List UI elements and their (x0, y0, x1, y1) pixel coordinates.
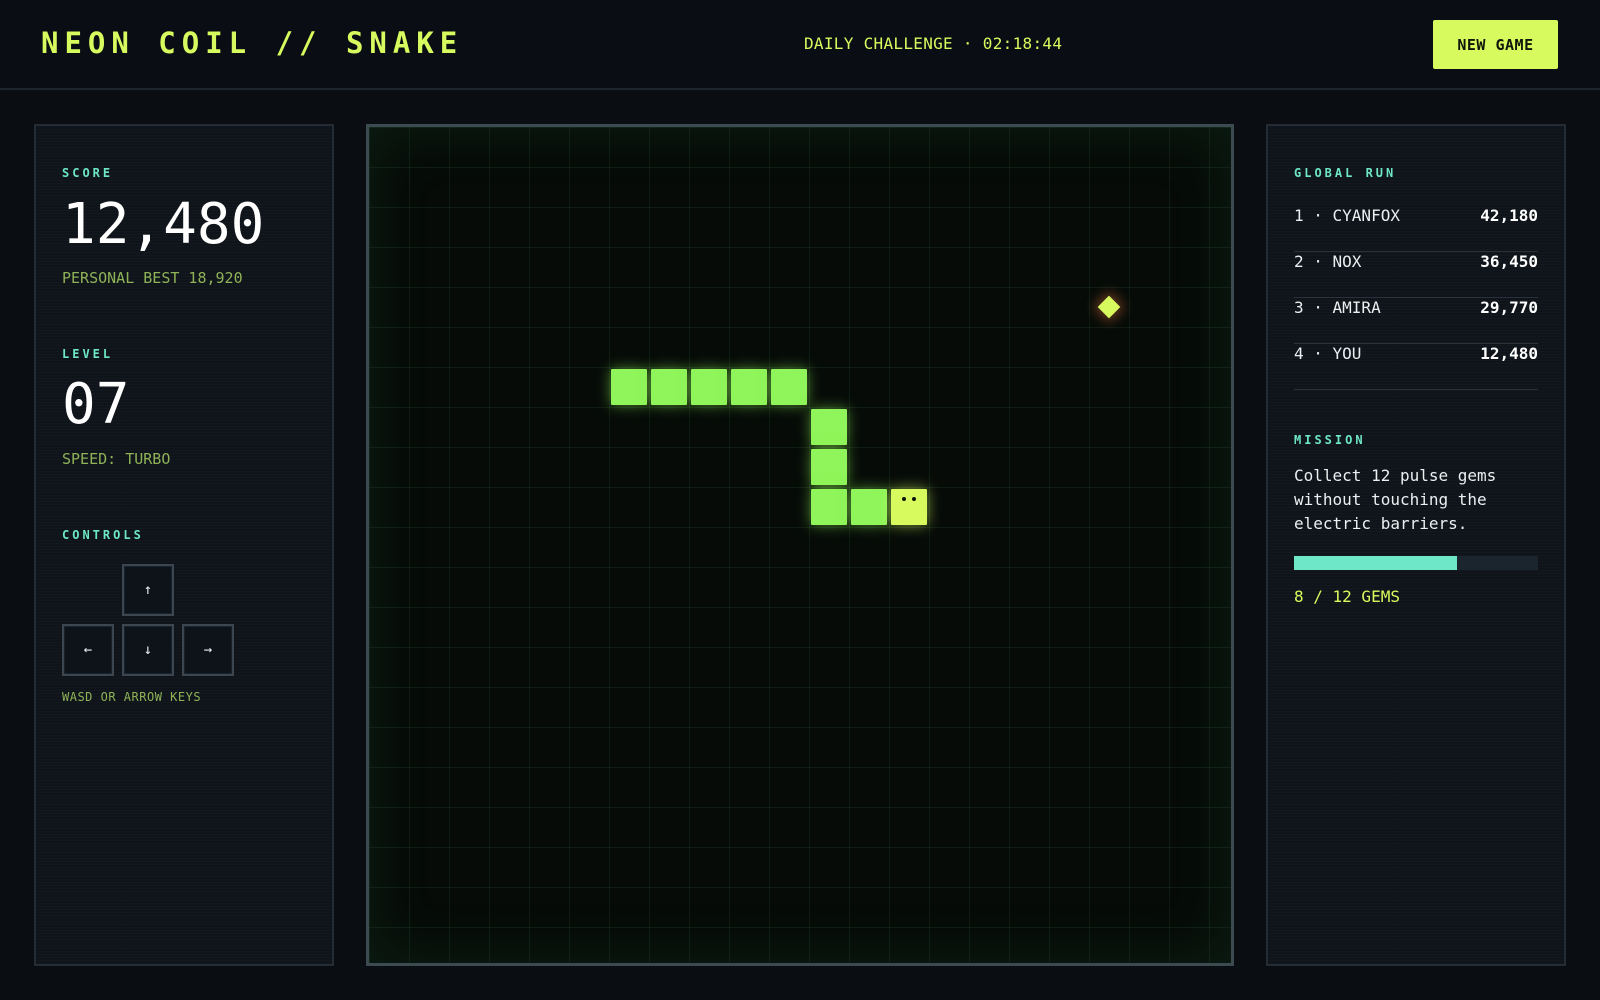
leaderboard-score: 36,450 (1480, 252, 1538, 271)
daily-challenge-timer: DAILY CHALLENGE · 02:18:44 (804, 34, 1063, 53)
mission-label: MISSION (1294, 433, 1366, 447)
snake-eye (902, 497, 906, 501)
score-value: 12,480 (62, 192, 265, 257)
snake-segment (811, 489, 847, 525)
leaderboard-player: 4 · YOU (1294, 344, 1362, 363)
mission-progress-bar (1294, 556, 1538, 570)
level-value: 07 (62, 372, 130, 437)
snake-segment (611, 369, 647, 405)
right-arrow-key[interactable]: → (182, 624, 234, 676)
snake-segment (731, 369, 767, 405)
left-arrow-key[interactable]: ← (62, 624, 114, 676)
speed-indicator: SPEED: TURBO (62, 450, 171, 468)
leaderboard-player: 1 · CYANFOX (1294, 206, 1400, 225)
leaderboard-row: 2 · NOX 36,450 (1294, 252, 1538, 298)
snake-segment (811, 409, 847, 445)
game-board[interactable] (366, 124, 1234, 966)
stats-panel: SCORE 12,480 PERSONAL BEST 18,920 LEVEL … (34, 124, 334, 966)
score-label: SCORE (62, 166, 114, 180)
snake-head (891, 489, 927, 525)
leaderboard-row: 3 · AMIRA 29,770 (1294, 298, 1538, 344)
leaderboard-player: 3 · AMIRA (1294, 298, 1381, 317)
mission-description: Collect 12 pulse gems without touching t… (1294, 466, 1497, 533)
controls-label: CONTROLS (62, 528, 144, 542)
snake-segment (771, 369, 807, 405)
board-grid (369, 127, 1231, 963)
personal-best: PERSONAL BEST 18,920 (62, 269, 243, 287)
info-panel: GLOBAL RUN 1 · CYANFOX 42,180 2 · NOX 36… (1266, 124, 1566, 966)
new-game-button[interactable]: NEW GAME (1433, 20, 1558, 69)
leaderboard-player: 2 · NOX (1294, 252, 1362, 271)
leaderboard-label: GLOBAL RUN (1294, 166, 1397, 180)
game-title: NEON COIL // SNAKE (41, 26, 464, 60)
leaderboard-row: 1 · CYANFOX 42,180 (1294, 206, 1538, 252)
gems-counter: 8 / 12 GEMS (1294, 587, 1400, 606)
leaderboard-score: 29,770 (1480, 298, 1538, 317)
leaderboard-score: 42,180 (1480, 206, 1538, 225)
snake-segment (851, 489, 887, 525)
snake-eye (912, 497, 916, 501)
snake-segment (691, 369, 727, 405)
leaderboard-row-you: 4 · YOU 12,480 (1294, 344, 1538, 390)
leaderboard-score: 12,480 (1480, 344, 1538, 363)
snake-segment (651, 369, 687, 405)
up-arrow-key[interactable]: ↑ (122, 564, 174, 616)
mission-progress-fill (1294, 556, 1457, 570)
snake-segment (811, 449, 847, 485)
top-bar: NEON COIL // SNAKE DAILY CHALLENGE · 02:… (0, 0, 1600, 90)
down-arrow-key[interactable]: ↓ (122, 624, 174, 676)
controls-hint: WASD OR ARROW KEYS (62, 690, 202, 704)
level-label: LEVEL (62, 347, 114, 361)
